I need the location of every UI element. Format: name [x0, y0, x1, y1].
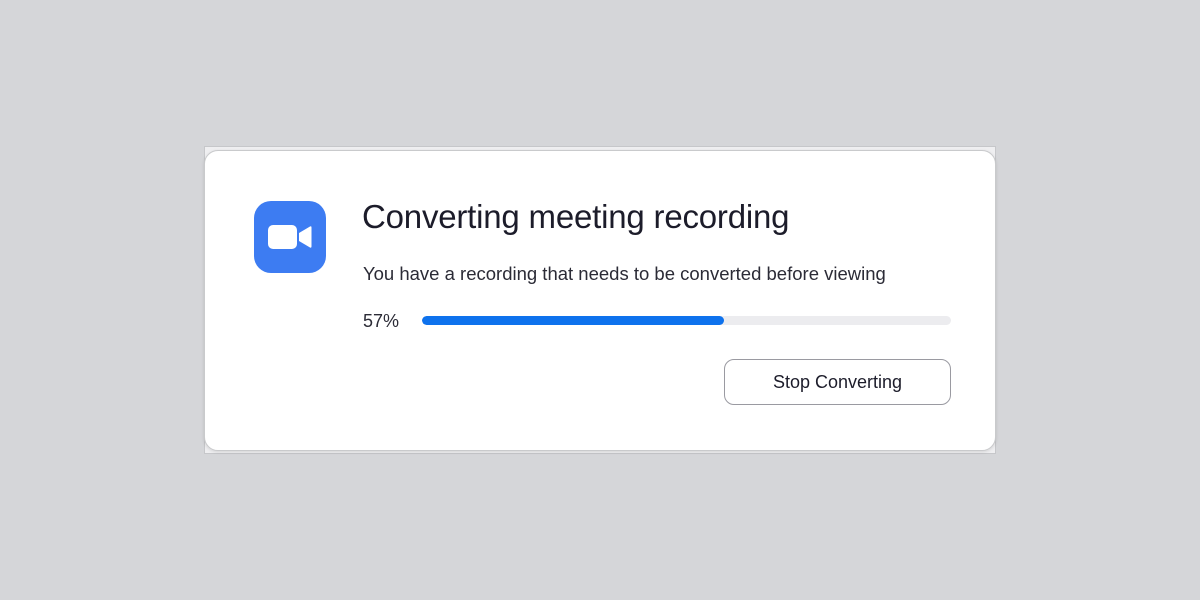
progress-bar	[422, 316, 951, 325]
zoom-app-icon	[254, 201, 326, 273]
progress-percent-label: 57%	[363, 311, 400, 331]
stop-converting-button[interactable]: Stop Converting	[724, 359, 951, 405]
video-camera-icon	[268, 225, 312, 249]
progress-bar-fill	[422, 316, 724, 325]
dialog-message: You have a recording that needs to be co…	[363, 263, 886, 284]
convert-recording-dialog: Converting meeting recording You have a …	[204, 150, 996, 451]
dialog-title: Converting meeting recording	[362, 198, 790, 235]
